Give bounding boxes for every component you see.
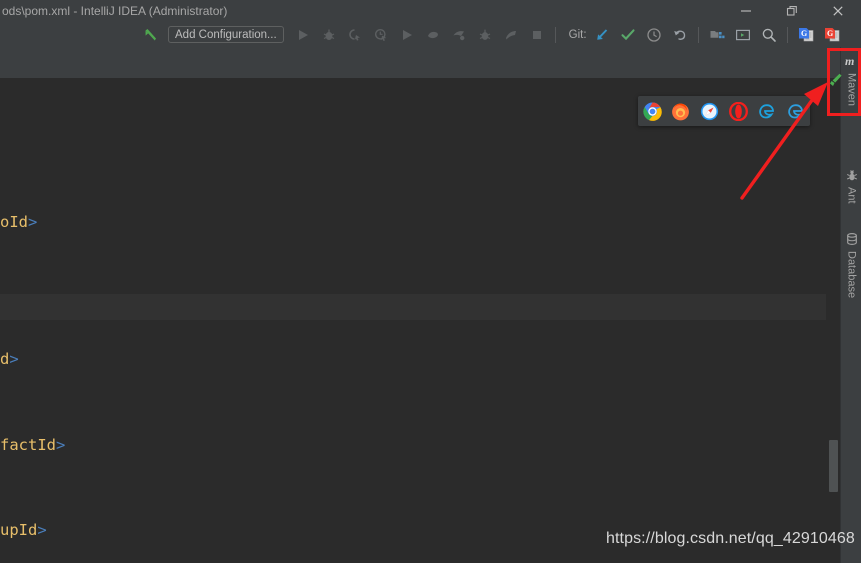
maven-m-icon: m <box>844 51 860 71</box>
code-tag-name-3: factId <box>0 436 56 454</box>
ie-icon[interactable] <box>786 101 806 121</box>
rerun-icon[interactable] <box>446 22 472 47</box>
git-rollback-undo-icon[interactable] <box>667 22 693 47</box>
chrome-icon[interactable] <box>642 101 662 121</box>
maven-status-check-icon <box>828 72 844 88</box>
attach-icon[interactable] <box>420 22 446 47</box>
opera-icon[interactable] <box>728 101 748 121</box>
svg-text:G: G <box>827 29 833 38</box>
window-controls <box>723 0 861 22</box>
git-commit-check-icon[interactable] <box>615 22 641 47</box>
stop-bug-icon[interactable] <box>472 22 498 47</box>
editor-vertical-scrollbar-thumb[interactable] <box>829 440 838 492</box>
stop-square-icon[interactable] <box>524 22 550 47</box>
git-label: Git: <box>568 28 587 41</box>
sidebar-item-maven-label: Maven <box>845 73 858 107</box>
svg-text:G: G <box>801 29 807 38</box>
green-back-arrow-icon[interactable] <box>138 22 164 47</box>
project-structure-icon[interactable] <box>704 22 730 47</box>
git-update-arrow-icon[interactable] <box>589 22 615 47</box>
sidebar-item-ant[interactable]: Ant <box>841 165 861 204</box>
window-title-bar: ods\pom.xml - IntelliJ IDEA (Administrat… <box>0 0 861 23</box>
code-tag-name-1: oId <box>0 213 28 231</box>
run-configuration-selector[interactable]: Add Configuration... <box>168 26 284 43</box>
svg-text:m: m <box>845 54 854 68</box>
code-tag-name-4: upId <box>0 521 38 539</box>
toolbar-divider-3 <box>786 26 788 43</box>
safari-icon[interactable] <box>700 101 720 121</box>
code-line-4: upId> <box>0 521 47 539</box>
watermark-text: https://blog.csdn.net/qq_42910468 <box>606 530 855 547</box>
ant-bug-icon <box>845 165 859 185</box>
right-tool-window-bar: m Maven Ant Database <box>840 47 861 563</box>
run-button[interactable] <box>290 22 316 47</box>
caret-row-highlight <box>0 294 840 320</box>
code-bracket-1: > <box>28 213 38 231</box>
toolbar-left-spacer <box>0 34 138 35</box>
google-doc-blue-icon[interactable]: G <box>793 22 819 47</box>
toolbar-divider-1 <box>554 26 556 43</box>
run-2-button[interactable] <box>394 22 420 47</box>
sidebar-item-database[interactable]: Database <box>841 229 861 298</box>
profile-clock-icon[interactable] <box>368 22 394 47</box>
search-icon[interactable] <box>756 22 782 47</box>
sidebar-item-database-label: Database <box>845 251 858 299</box>
window-title: ods\pom.xml - IntelliJ IDEA (Administrat… <box>2 4 228 18</box>
kill-icon[interactable] <box>498 22 524 47</box>
editor-bottom-strip <box>0 556 840 563</box>
restore-button[interactable] <box>769 0 815 22</box>
code-tag-name-2: d <box>0 350 10 368</box>
debug-bug-icon[interactable] <box>316 22 342 47</box>
edge-icon[interactable] <box>757 101 777 121</box>
run-with-coverage-icon[interactable] <box>342 22 368 47</box>
code-line-2: d> <box>0 350 19 368</box>
code-line-1: oId> <box>0 213 37 231</box>
database-cylinder-icon <box>845 229 859 249</box>
minimize-button[interactable] <box>723 0 769 22</box>
git-history-clock-icon[interactable] <box>641 22 667 47</box>
close-button[interactable] <box>815 0 861 22</box>
code-bracket-2: > <box>9 350 19 368</box>
terminal-icon[interactable] <box>730 22 756 47</box>
editor-tab-strip <box>0 47 840 79</box>
code-bracket-3: > <box>56 436 66 454</box>
code-line-3: factId> <box>0 436 65 454</box>
sidebar-item-maven[interactable]: m Maven <box>841 51 861 106</box>
firefox-icon[interactable] <box>671 101 691 121</box>
google-doc-red-icon[interactable]: G <box>819 22 845 47</box>
browser-popup-bar[interactable] <box>638 96 810 126</box>
sidebar-item-ant-label: Ant <box>845 187 858 204</box>
main-toolbar: Add Configuration... Git: G G <box>0 22 861 47</box>
toolbar-divider-2 <box>697 26 699 43</box>
code-bracket-4: > <box>37 521 47 539</box>
code-editor[interactable]: oId> d> factId> upId> <box>0 78 840 563</box>
